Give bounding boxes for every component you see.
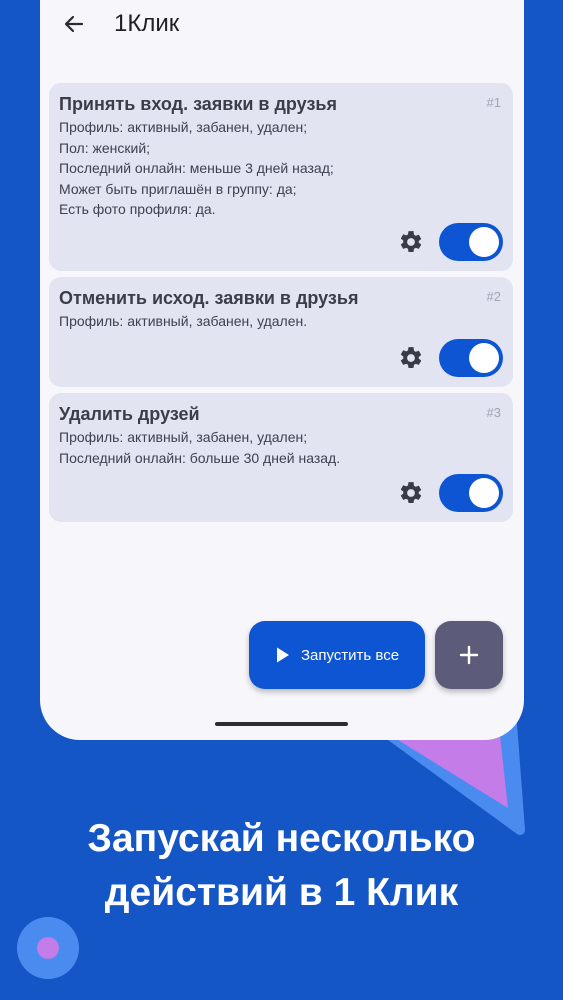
- home-indicator: [215, 722, 348, 726]
- toggle-knob: [469, 227, 499, 257]
- card-detail-line: Пол: женский;: [59, 139, 151, 156]
- card-detail-line: Профиль: активный, забанен, удален;: [59, 429, 308, 445]
- card-number: #3: [486, 405, 501, 420]
- phone-screen: 1Клик Принять вход. заявки в друзья #1 П…: [40, 0, 524, 740]
- run-all-label: Запустить все: [300, 646, 400, 664]
- card-number: #2: [486, 289, 501, 304]
- settings-button[interactable]: [397, 344, 425, 372]
- play-icon: [276, 647, 289, 663]
- gear-icon: [400, 482, 422, 503]
- card-detail-line: Последний онлайн: больше 30 дней назад.: [59, 449, 341, 466]
- card-detail-line: Профиль: активный, забанен, удален;: [59, 119, 308, 135]
- arrow-left-icon: [64, 15, 84, 33]
- gear-icon: [400, 347, 422, 368]
- card-detail-line: Профиль: активный, забанен, удален.: [59, 313, 308, 329]
- action-card-1[interactable]: Принять вход. заявки в друзья #1 Профиль…: [49, 83, 513, 271]
- card-title: Отменить исход. заявки в друзья: [59, 288, 359, 308]
- action-card-3[interactable]: Удалить друзей #3 Профиль: активный, заб…: [49, 393, 513, 522]
- enable-toggle[interactable]: [439, 474, 503, 512]
- add-action-button[interactable]: [435, 621, 503, 689]
- back-button[interactable]: [58, 8, 90, 40]
- card-detail-line: Последний онлайн: меньше 3 дней назад;: [59, 160, 334, 176]
- plus-icon: [459, 645, 479, 665]
- card-number: #1: [486, 95, 501, 110]
- decorative-circle: [17, 917, 79, 979]
- toggle-knob: [469, 478, 499, 508]
- page-title: 1Клик: [114, 10, 180, 37]
- card-detail-line: Есть фото профиля: да.: [59, 201, 216, 217]
- settings-button[interactable]: [397, 479, 425, 507]
- app-bar: 1Клик: [40, 0, 524, 48]
- card-title: Удалить друзей: [59, 404, 200, 424]
- enable-toggle[interactable]: [439, 223, 503, 261]
- gear-icon: [400, 231, 422, 252]
- settings-button[interactable]: [397, 228, 425, 256]
- promo-line-1: Запускай несколько: [87, 817, 476, 860]
- run-all-button[interactable]: Запустить все: [249, 621, 425, 689]
- decorative-dot: [37, 937, 59, 959]
- action-card-2[interactable]: Отменить исход. заявки в друзья #2 Профи…: [49, 277, 513, 387]
- card-detail-line: Может быть приглашён в группу: да;: [59, 180, 297, 197]
- enable-toggle[interactable]: [439, 339, 503, 377]
- promo-headline: Запускай несколько действий в 1 Клик: [0, 812, 563, 920]
- toggle-knob: [469, 343, 499, 373]
- card-title: Принять вход. заявки в друзья: [59, 94, 337, 114]
- promo-line-2: действий в 1 Клик: [104, 871, 459, 914]
